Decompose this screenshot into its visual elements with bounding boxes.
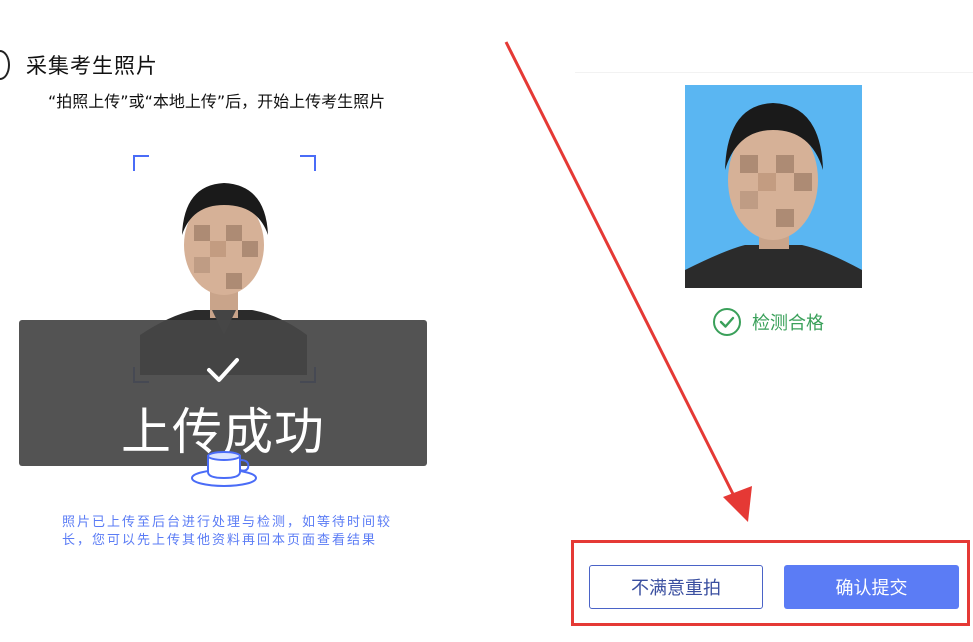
final-id-photo <box>685 85 862 288</box>
submit-button[interactable]: 确认提交 <box>784 565 959 609</box>
checkmark-icon <box>207 358 239 382</box>
upload-notice: 照片已上传至后台进行处理与检测，如等待时间较长，您可以先上传其他资料再回本页面查… <box>62 515 393 548</box>
detection-status: 检测合格 <box>712 307 824 337</box>
page-title: 采集考生照片 <box>26 54 158 78</box>
retake-button[interactable]: 不满意重拍 <box>589 565 763 609</box>
step-indicator <box>0 50 10 80</box>
check-circle-icon <box>713 308 741 336</box>
panel-divider <box>575 72 973 73</box>
page-subtitle: “拍照上传”或“本地上传”后，开始上传考生照片 <box>48 92 386 111</box>
coffee-cup-icon <box>191 451 257 487</box>
detection-status-text: 检测合格 <box>752 313 824 334</box>
frame-corner-top-right <box>300 155 316 171</box>
frame-corner-top-left <box>133 155 149 171</box>
